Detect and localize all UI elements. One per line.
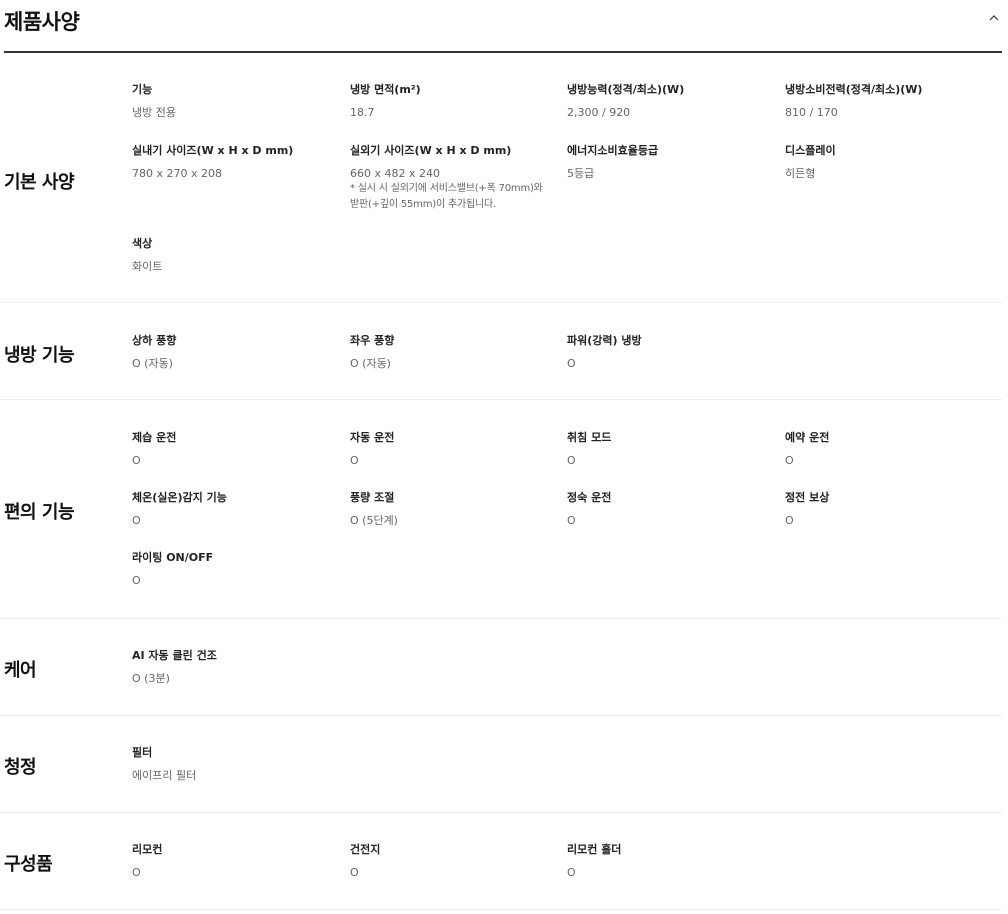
- spec-label: 에너지소비효율등급: [567, 144, 659, 157]
- section-title: 기본 사양: [4, 172, 75, 193]
- spec-label: 디스플레이: [785, 144, 836, 157]
- section-title: 청정: [4, 757, 37, 778]
- spec-value: O: [567, 454, 576, 467]
- spec-label: 기능: [132, 83, 153, 96]
- spec-value: 810 / 170: [785, 106, 838, 119]
- spec-item: 디스플레이 히든형: [785, 144, 1000, 181]
- spec-label: 필터: [132, 746, 153, 759]
- spec-value: 18.7: [350, 106, 375, 119]
- spec-value: O: [567, 514, 576, 527]
- spec-value: O: [567, 866, 576, 879]
- spec-header[interactable]: 제품사양: [4, 0, 1002, 53]
- spec-item: 냉방소비전력(정격/최소)(W) 810 / 170: [785, 83, 1000, 120]
- spec-label: 좌우 풍향: [350, 334, 395, 347]
- spec-label: 건전지: [350, 843, 381, 856]
- spec-item: 상하 풍향 O (자동): [132, 334, 347, 371]
- spec-item: 실내기 사이즈(W x H x D mm) 780 x 270 x 208: [132, 144, 347, 181]
- spec-label: AI 자동 클린 건조: [132, 649, 217, 662]
- spec-value: 에이프리 필터: [132, 769, 197, 782]
- spec-value: 2,300 / 920: [567, 106, 631, 119]
- section-convenience: 편의 기능 제습 운전 O 자동 운전 O 취침 모드 O 예약 운전 O 체온…: [0, 400, 1002, 619]
- spec-label: 라이팅 ON/OFF: [132, 551, 214, 564]
- spec-item: 리모컨 O: [132, 843, 347, 880]
- spec-item: 라이팅 ON/OFF O: [132, 551, 347, 588]
- spec-label: 리모컨 홀더: [567, 843, 622, 856]
- spec-label: 정전 보상: [785, 491, 830, 504]
- spec-label: 실내기 사이즈(W x H x D mm): [132, 144, 294, 157]
- spec-item: 예약 운전 O: [785, 431, 1000, 468]
- spec-label: 파워(강력) 냉방: [567, 334, 642, 347]
- spec-label: 자동 운전: [350, 431, 395, 444]
- section-components: 구성품 리모컨 O 건전지 O 리모컨 홀더 O: [0, 813, 1002, 910]
- spec-value: O: [132, 514, 141, 527]
- spec-item: 체온(실온)감지 기능 O: [132, 491, 347, 528]
- chevron-up-icon[interactable]: [988, 12, 1000, 24]
- spec-label: 실외기 사이즈(W x H x D mm): [350, 144, 512, 157]
- spec-value: O: [132, 866, 141, 879]
- spec-item: 냉방 면적(m²) 18.7: [350, 83, 565, 120]
- spec-label: 제습 운전: [132, 431, 177, 444]
- spec-label: 냉방 면적(m²): [350, 83, 421, 96]
- section-title: 케어: [4, 660, 37, 681]
- section-title: 냉방 기능: [4, 345, 75, 366]
- spec-value: 냉방 전용: [132, 106, 176, 119]
- spec-note: * 실시 시 실외기에 서비스밸브(+폭 70mm)와 받판(+깊이 55mm)…: [350, 183, 543, 210]
- section-title: 구성품: [4, 854, 53, 875]
- page-title: 제품사양: [4, 10, 80, 34]
- section-title: 편의 기능: [4, 502, 75, 523]
- spec-item: 정숙 운전 O: [567, 491, 782, 528]
- spec-value: O: [132, 574, 141, 587]
- spec-value: O: [350, 454, 359, 467]
- spec-label: 리모컨: [132, 843, 163, 856]
- spec-item: 취침 모드 O: [567, 431, 782, 468]
- spec-value: 660 x 482 x 240: [350, 167, 440, 180]
- spec-value: O: [567, 357, 576, 370]
- spec-item: 에너지소비효율등급 5등급: [567, 144, 782, 181]
- spec-label: 냉방소비전력(정격/최소)(W): [785, 83, 923, 96]
- spec-value: O (3분): [132, 672, 170, 685]
- spec-label: 체온(실온)감지 기능: [132, 491, 227, 504]
- spec-value: 화이트: [132, 260, 163, 273]
- spec-label: 정숙 운전: [567, 491, 612, 504]
- spec-item: 풍량 조절 O (5단계): [350, 491, 565, 528]
- spec-value: O (자동): [132, 357, 173, 370]
- spec-value: 히든형: [785, 167, 816, 180]
- spec-label: 예약 운전: [785, 431, 830, 444]
- spec-item: 자동 운전 O: [350, 431, 565, 468]
- spec-item: 필터 에이프리 필터: [132, 746, 347, 783]
- spec-item: AI 자동 클린 건조 O (3분): [132, 649, 347, 686]
- section-cooling: 냉방 기능 상하 풍향 O (자동) 좌우 풍향 O (자동) 파워(강력) 냉…: [0, 303, 1002, 400]
- spec-value: O (자동): [350, 357, 391, 370]
- spec-item: 좌우 풍향 O (자동): [350, 334, 565, 371]
- spec-value: 780 x 270 x 208: [132, 167, 222, 180]
- spec-item: 리모컨 홀더 O: [567, 843, 782, 880]
- spec-value: O: [785, 454, 794, 467]
- spec-value: O (5단계): [350, 514, 398, 527]
- spec-value: O: [350, 866, 359, 879]
- spec-label: 풍량 조절: [350, 491, 395, 504]
- spec-label: 색상: [132, 237, 153, 250]
- spec-item: 건전지 O: [350, 843, 565, 880]
- spec-value: O: [132, 454, 141, 467]
- spec-label: 냉방능력(정격/최소)(W): [567, 83, 685, 96]
- spec-item: 기능 냉방 전용: [132, 83, 347, 120]
- spec-label: 취침 모드: [567, 431, 612, 444]
- spec-item: 실외기 사이즈(W x H x D mm) 660 x 482 x 240 * …: [350, 144, 565, 213]
- spec-item: 냉방능력(정격/최소)(W) 2,300 / 920: [567, 83, 782, 120]
- section-purification: 청정 필터 에이프리 필터: [0, 716, 1002, 813]
- spec-label: 상하 풍향: [132, 334, 177, 347]
- spec-item: 파워(강력) 냉방 O: [567, 334, 782, 371]
- section-care: 케어 AI 자동 클린 건조 O (3분): [0, 619, 1002, 716]
- spec-value: 5등급: [567, 167, 595, 180]
- spec-value: O: [785, 514, 794, 527]
- section-basic-spec: 기본 사양 기능 냉방 전용 냉방 면적(m²) 18.7 냉방능력(정격/최소…: [0, 53, 1002, 303]
- spec-item: 제습 운전 O: [132, 431, 347, 468]
- spec-item: 색상 화이트: [132, 237, 347, 274]
- spec-item: 정전 보상 O: [785, 491, 1000, 528]
